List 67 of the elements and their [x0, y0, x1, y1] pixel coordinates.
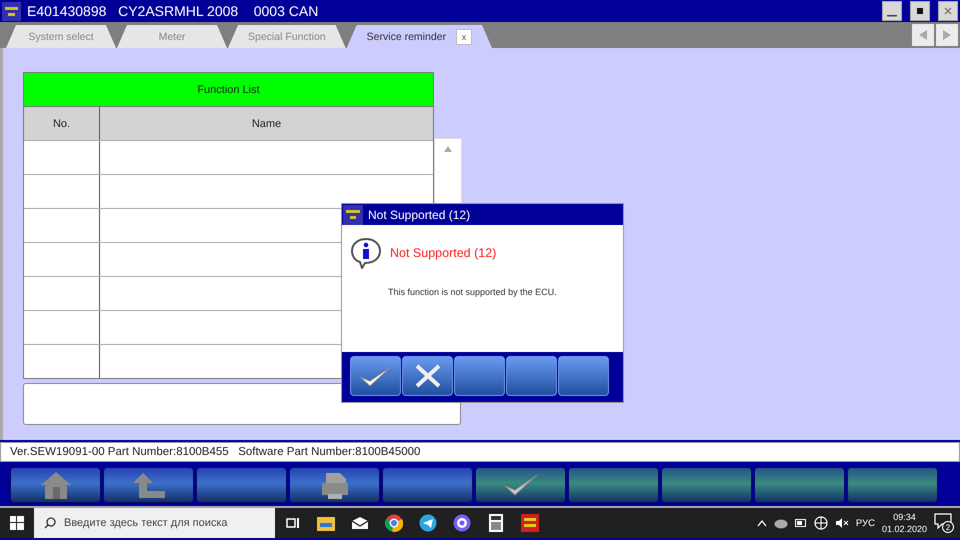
dialog-title: Not Supported (12): [368, 208, 470, 222]
notification-count: 2: [942, 521, 954, 533]
folder-icon: [317, 515, 335, 531]
app-logo-icon: [2, 2, 21, 20]
search-field[interactable]: Введите здесь текст для поиска: [34, 508, 275, 538]
blank-button[interactable]: [754, 467, 845, 503]
paper-plane-icon: [419, 514, 437, 532]
up-triangle-icon: [443, 145, 453, 153]
envelope-icon: [351, 516, 369, 530]
blank-button[interactable]: [568, 467, 659, 503]
left-triangle-icon: [918, 29, 928, 41]
muted-speaker-icon[interactable]: [834, 517, 849, 529]
window-title: E401430898 CY2ASRMHL 2008 0003 CAN: [27, 3, 320, 19]
tab[interactable]: Service reminder x: [346, 25, 492, 48]
clock-date: 01.02.2020: [882, 523, 927, 535]
clock[interactable]: 09:34 01.02.2020: [882, 511, 927, 535]
app-logo-icon: [343, 204, 363, 224]
tab-close-button[interactable]: x: [456, 28, 472, 44]
blank-button[interactable]: [382, 467, 473, 503]
blank-button[interactable]: [506, 356, 557, 396]
info-icon: [350, 237, 382, 269]
maximize-button[interactable]: [910, 1, 930, 21]
close-button[interactable]: [938, 1, 958, 21]
home-button[interactable]: [10, 467, 101, 503]
tab-label: System select: [28, 30, 94, 42]
tab-label: Meter: [158, 30, 186, 42]
printer-icon: [320, 470, 350, 500]
blank-button[interactable]: [558, 356, 609, 396]
globe-icon[interactable]: [814, 516, 828, 530]
blank-button[interactable]: [847, 467, 938, 503]
ok-button[interactable]: [350, 356, 401, 396]
tab-label: Special Function: [248, 30, 326, 42]
notification-icon[interactable]: [934, 513, 952, 529]
ok-button[interactable]: [475, 467, 566, 503]
close-icon: [944, 7, 952, 15]
dialog-message: This function is not supported by the ECU.: [388, 287, 558, 297]
back-button[interactable]: [103, 467, 194, 503]
square-icon: [915, 6, 925, 16]
search-icon: [44, 517, 56, 529]
blank-button[interactable]: [661, 467, 752, 503]
cancel-button[interactable]: [402, 356, 453, 396]
blank-button[interactable]: [196, 467, 287, 503]
phone-bubble-icon: [453, 514, 471, 532]
caret-icon[interactable]: [756, 519, 767, 527]
table-title: Function List: [24, 73, 433, 107]
tab-label: Service reminder: [366, 30, 446, 42]
blank-button[interactable]: [454, 356, 505, 396]
minimize-icon: [887, 15, 897, 17]
clock-time: 09:34: [893, 511, 916, 523]
search-placeholder: Введите здесь текст для поиска: [64, 517, 228, 529]
status-bar: Ver.SEW19091-00 Part Number:8100B455 Software Part Number:8100B45000: [0, 442, 960, 462]
language-indicator[interactable]: РУС: [856, 518, 875, 528]
windows-icon: [10, 516, 24, 530]
column-header: Name: [250, 116, 282, 132]
house-icon: [38, 470, 72, 500]
minimize-button[interactable]: [882, 1, 902, 21]
calculator-icon: [489, 514, 503, 532]
print-button[interactable]: [289, 467, 380, 503]
column-header: No.: [24, 107, 100, 140]
browser-icon: [385, 514, 403, 532]
right-triangle-icon: [942, 29, 952, 41]
app-logo-icon: [521, 514, 539, 532]
battery-icon[interactable]: [794, 519, 807, 527]
dialog-heading: Not Supported (12): [390, 246, 496, 260]
task-view-icon: [285, 516, 299, 530]
cloud-icon[interactable]: [774, 517, 788, 529]
up-arrow-icon: [130, 471, 166, 499]
